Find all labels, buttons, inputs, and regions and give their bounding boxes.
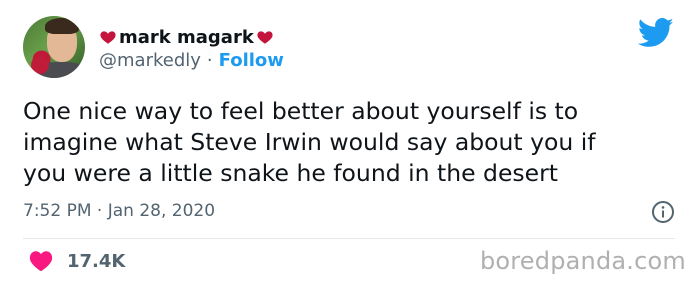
- heart-icon[interactable]: [29, 250, 53, 272]
- tweet-card: mark magark @markedly · Follow One nice …: [0, 0, 700, 288]
- info-icon[interactable]: [651, 200, 675, 224]
- heart-icon: [100, 31, 116, 44]
- separator: ·: [206, 50, 213, 71]
- author-handle-row: @markedly · Follow: [99, 50, 284, 71]
- follow-button[interactable]: Follow: [219, 50, 284, 71]
- like-count: 17.4K: [67, 250, 126, 272]
- author-handle[interactable]: @markedly: [99, 50, 201, 71]
- avatar-flower: [31, 56, 49, 74]
- author-name-row[interactable]: mark magark: [99, 24, 274, 50]
- divider: [23, 238, 675, 239]
- like-action[interactable]: 17.4K: [29, 250, 125, 272]
- watermark: boredpanda.com: [479, 247, 686, 275]
- tweet-text: One nice way to feel better about yourse…: [23, 97, 596, 187]
- avatar[interactable]: [23, 16, 85, 78]
- avatar-hair: [45, 18, 79, 34]
- heart-icon: [257, 31, 273, 44]
- twitter-bird-icon[interactable]: [638, 18, 674, 48]
- author-display-name[interactable]: mark magark: [119, 27, 254, 48]
- tweet-timestamp[interactable]: 7:52 PM · Jan 28, 2020: [23, 201, 215, 221]
